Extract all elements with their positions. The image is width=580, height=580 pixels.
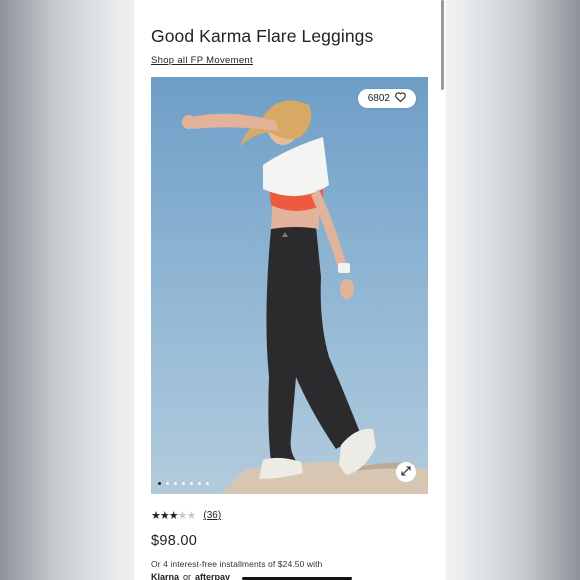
afterpay-logo: afterpay (195, 572, 231, 580)
star-rating: ★ ★ ★ ★ ★ (151, 509, 197, 522)
payment-options[interactable]: Klarna or afterpay (151, 572, 230, 580)
gallery-dot[interactable] (158, 482, 161, 485)
gallery-dot[interactable] (182, 482, 185, 485)
or-label: or (183, 572, 192, 580)
star-icon: ★ (177, 510, 188, 522)
star-icon: ★ (186, 510, 197, 522)
gallery-dot[interactable] (190, 482, 193, 485)
like-button[interactable]: 6802 (357, 89, 416, 108)
gallery-dot[interactable] (206, 482, 209, 485)
gallery-dot[interactable] (174, 482, 177, 485)
star-icon: ★ (159, 510, 170, 522)
shop-all-link[interactable]: Shop all FP Movement (151, 55, 253, 66)
product-rating[interactable]: ★ ★ ★ ★ ★ (36) (151, 509, 221, 522)
scrollbar[interactable] (441, 0, 444, 90)
product-image[interactable]: 6802 (151, 77, 428, 494)
expand-icon (401, 463, 411, 481)
product-page: Good Karma Flare Leggings Shop all FP Mo… (135, 0, 445, 580)
gallery-dot[interactable] (166, 482, 169, 485)
product-photo (182, 100, 428, 494)
klarna-logo: Klarna (151, 572, 180, 580)
product-title: Good Karma Flare Leggings (151, 26, 374, 46)
gallery-dots (158, 482, 209, 485)
gallery-dot[interactable] (198, 482, 201, 485)
likes-count: 6802 (367, 93, 390, 104)
review-count-link[interactable]: (36) (203, 510, 221, 521)
product-price: $98.00 (151, 533, 198, 549)
heart-icon (395, 92, 406, 105)
star-icon: ★ (168, 510, 179, 522)
expand-button[interactable] (396, 462, 416, 482)
star-icon: ★ (151, 510, 161, 522)
installments-text: Or 4 interest-free installments of $24.5… (151, 559, 323, 569)
